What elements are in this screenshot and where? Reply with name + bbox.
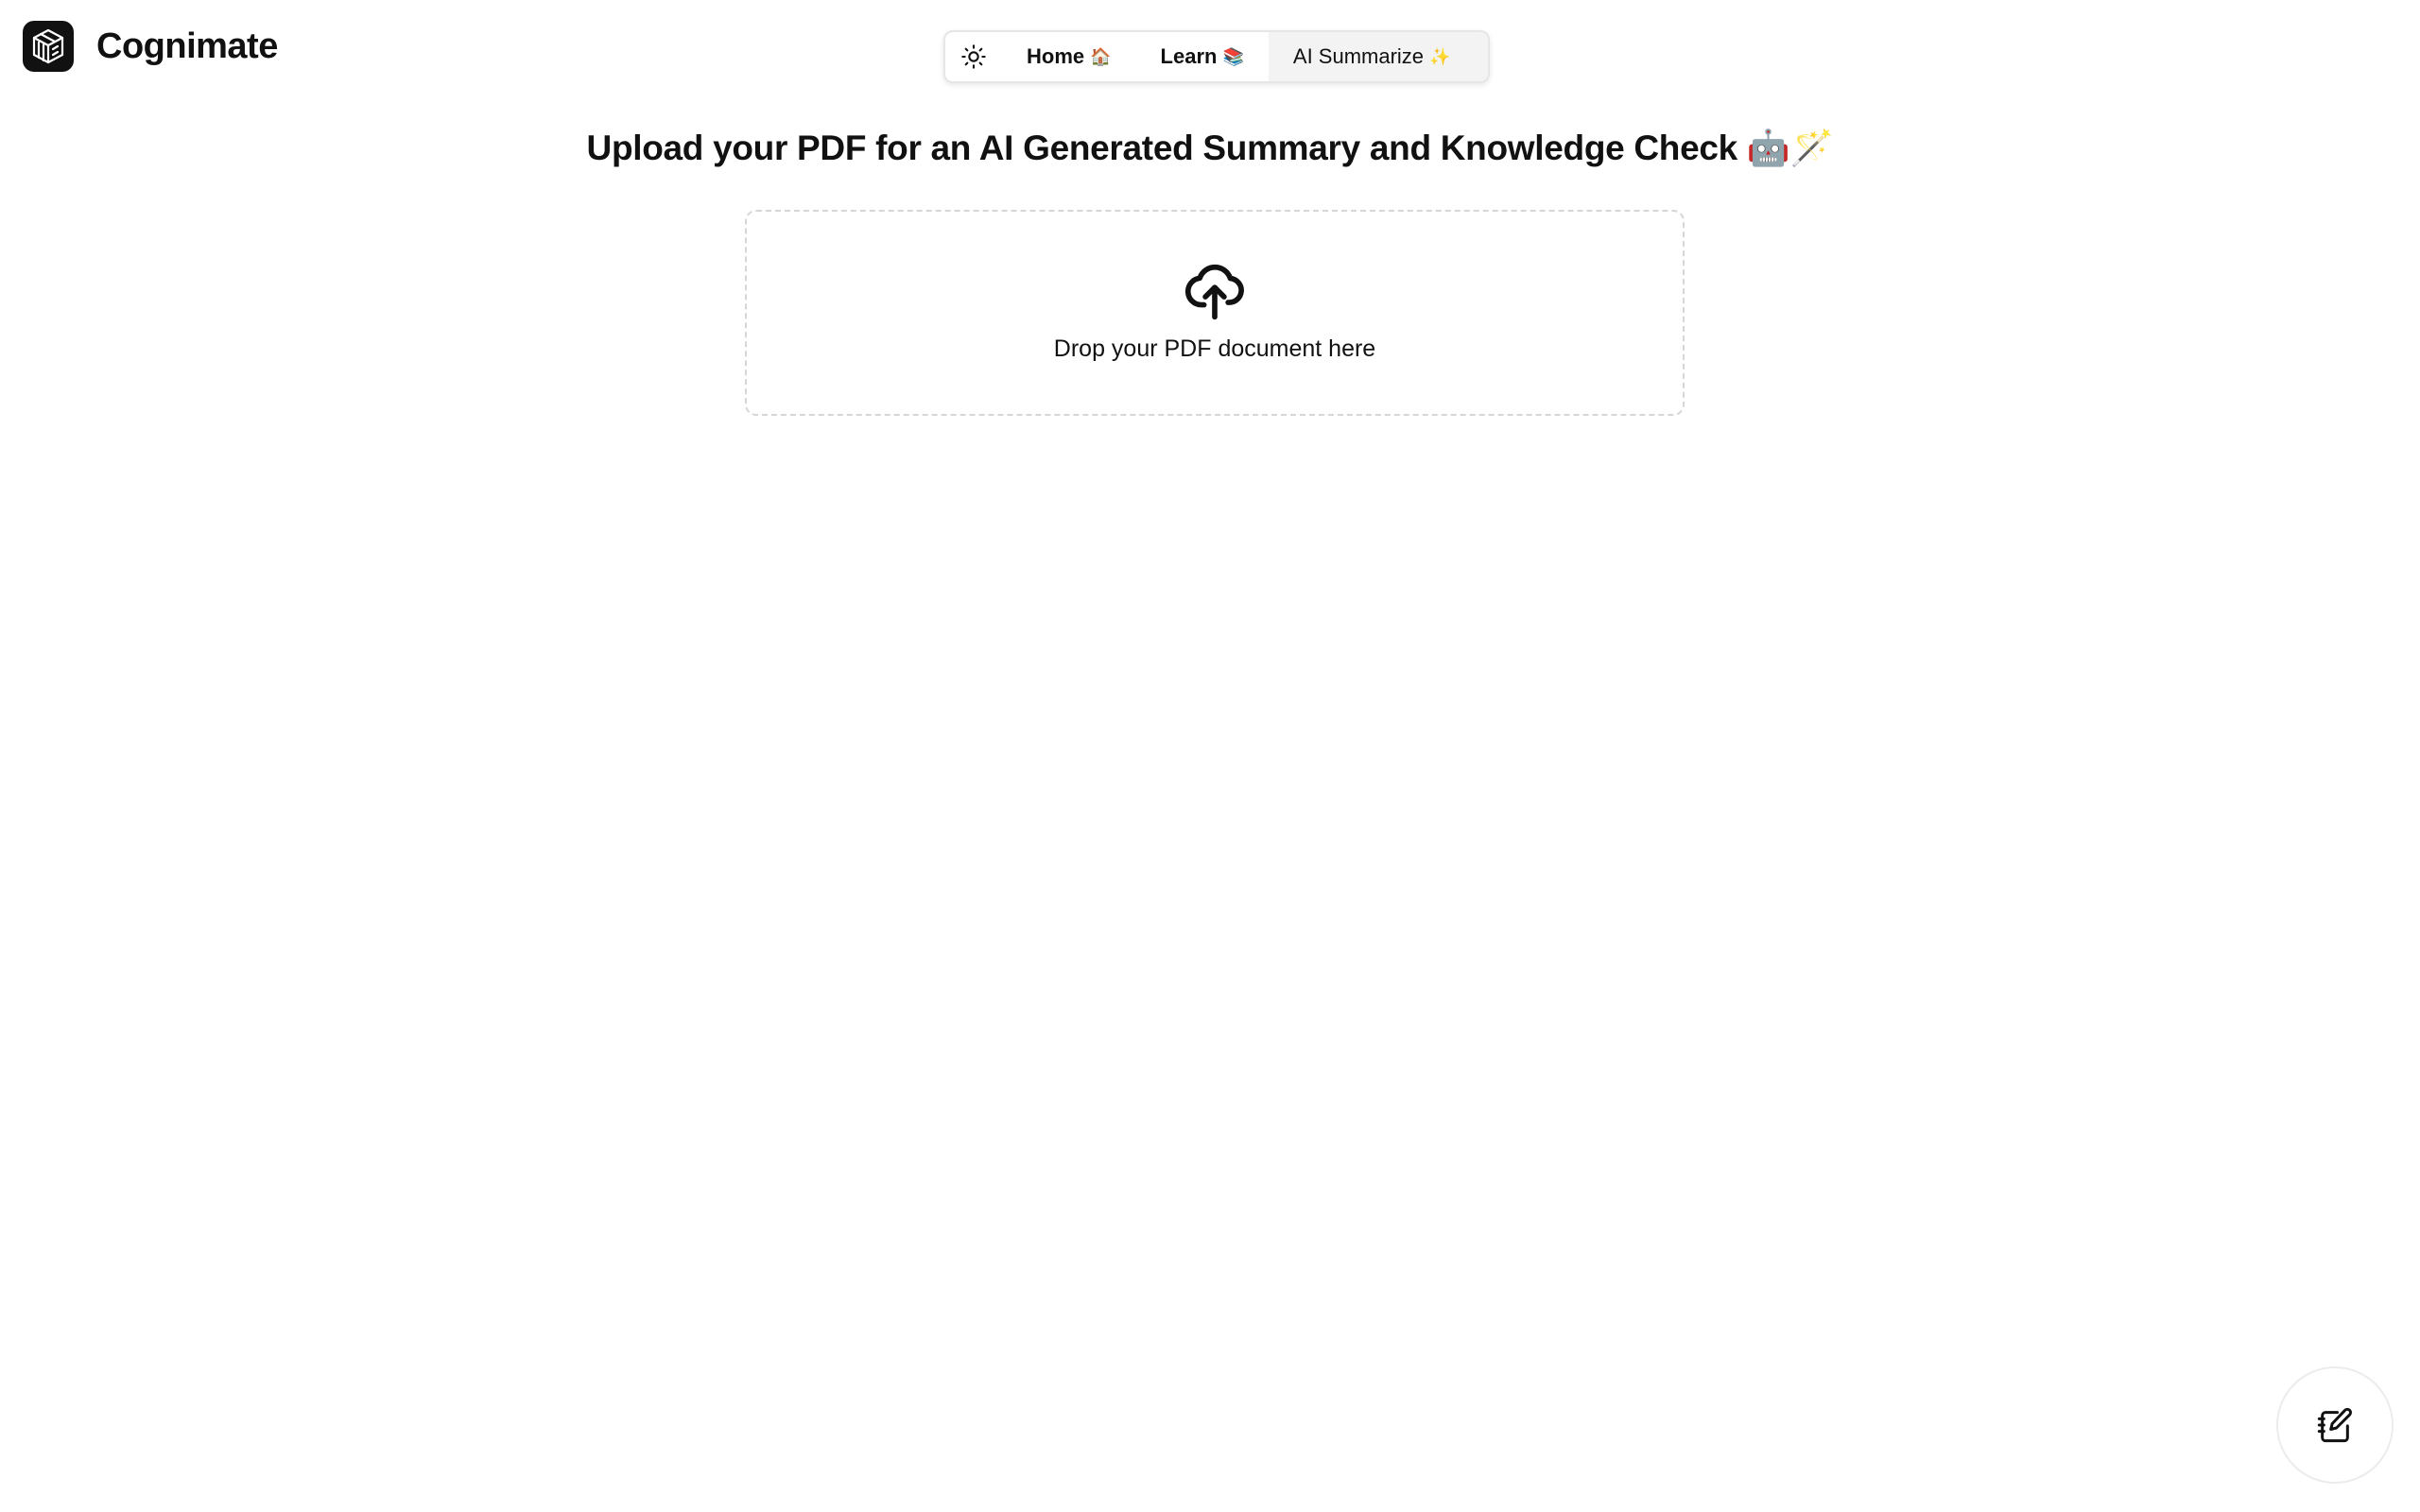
page: Cognimate Home 🏠 Learn 📚 AI Summarize ✨ … xyxy=(0,0,2420,1512)
sun-icon xyxy=(961,44,986,69)
notebook-edit-icon xyxy=(2317,1407,2352,1443)
cloud-upload-icon xyxy=(1184,264,1244,319)
nav-item-ai-summarize[interactable]: AI Summarize ✨ xyxy=(1268,32,1488,81)
top-nav: Home 🏠 Learn 📚 AI Summarize ✨ xyxy=(943,30,1490,83)
pdf-dropzone[interactable]: Drop your PDF document here xyxy=(745,210,1685,416)
nav-item-label: Home xyxy=(1027,44,1085,68)
nav-item-label: AI Summarize xyxy=(1292,44,1425,68)
page-title: Upload your PDF for an AI Generated Summ… xyxy=(586,129,1834,167)
dropzone-text: Drop your PDF document here xyxy=(1053,335,1376,362)
notebook-button[interactable] xyxy=(2276,1366,2394,1484)
brand-name: Cognimate xyxy=(96,26,278,66)
theme-toggle-button[interactable] xyxy=(945,32,1002,81)
books-icon: 📚 xyxy=(1222,46,1244,66)
nav-item-label: Learn xyxy=(1160,44,1218,68)
brand[interactable]: Cognimate xyxy=(23,21,278,72)
nav-item-learn[interactable]: Learn 📚 xyxy=(1136,32,1269,81)
house-icon: 🏠 xyxy=(1090,46,1112,66)
sparkles-icon: ✨ xyxy=(1429,46,1451,66)
nav-item-home[interactable]: Home 🏠 xyxy=(1002,32,1136,81)
cube-logo-icon xyxy=(23,21,74,72)
